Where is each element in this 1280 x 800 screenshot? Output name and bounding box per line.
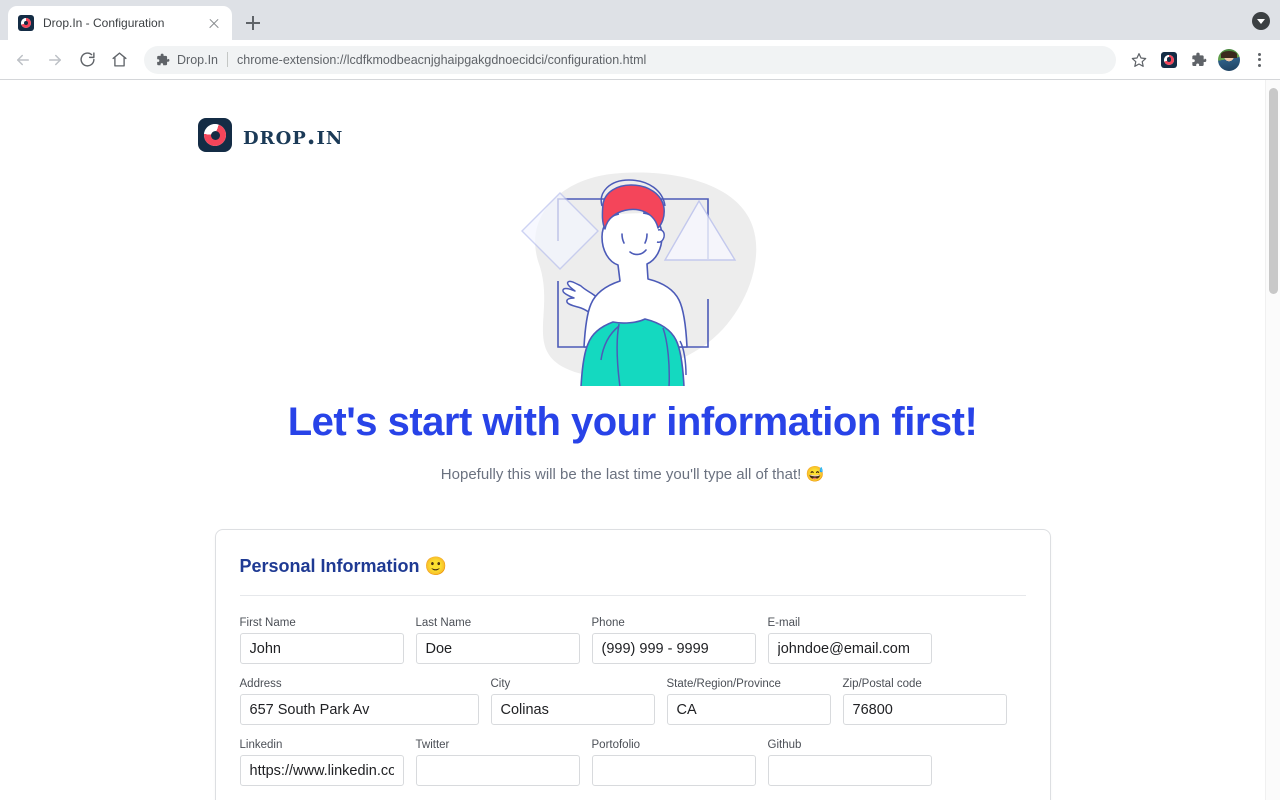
phone-field: Phone <box>592 616 756 664</box>
page-title: Let's start with your information first! <box>0 400 1265 445</box>
scrollbar-thumb[interactable] <box>1269 88 1278 294</box>
last-name-input[interactable] <box>416 633 580 664</box>
hero-illustration <box>0 168 1265 386</box>
state-input[interactable] <box>667 694 831 725</box>
portfolio-input[interactable] <box>592 755 756 786</box>
city-input[interactable] <box>491 694 655 725</box>
form-row: Address City State/Region/Province Zip/P… <box>240 677 1026 725</box>
city-field: City <box>491 677 655 725</box>
star-icon[interactable] <box>1126 47 1152 73</box>
omnibox-extension-name: Drop.In <box>177 53 218 67</box>
state-field: State/Region/Province <box>667 677 831 725</box>
email-label: E-mail <box>768 616 932 630</box>
puzzle-piece-icon <box>156 53 170 67</box>
omnibox-separator <box>227 52 228 67</box>
browser-tab[interactable]: Drop.In - Configuration <box>8 6 232 40</box>
personal-information-card: Personal Information 🙂 First Name Last N… <box>215 529 1051 800</box>
first-name-input[interactable] <box>240 633 404 664</box>
last-name-field: Last Name <box>416 616 580 664</box>
arrow-forward-icon[interactable] <box>40 45 70 75</box>
page-viewport: Drop.In <box>0 79 1280 800</box>
email-input[interactable] <box>768 633 932 664</box>
kebab-menu-icon[interactable] <box>1246 47 1272 73</box>
zip-field: Zip/Postal code <box>843 677 1007 725</box>
twitter-input[interactable] <box>416 755 580 786</box>
arrow-back-icon[interactable] <box>8 45 38 75</box>
state-label: State/Region/Province <box>667 677 831 691</box>
browser-toolbar: Drop.In chrome-extension://lcdfkmodbeacn… <box>0 40 1280 79</box>
page-scrollbar[interactable] <box>1265 80 1280 800</box>
tab-strip: Drop.In - Configuration <box>0 0 1280 40</box>
twitter-label: Twitter <box>416 738 580 752</box>
page-subtitle: Hopefully this will be the last time you… <box>0 465 1265 483</box>
portfolio-label: Portofolio <box>592 738 756 752</box>
last-name-label: Last Name <box>416 616 580 630</box>
phone-label: Phone <box>592 616 756 630</box>
github-input[interactable] <box>768 755 932 786</box>
zip-label: Zip/Postal code <box>843 677 1007 691</box>
close-icon[interactable] <box>206 15 222 31</box>
twitter-field: Twitter <box>416 738 580 786</box>
form-row: First Name Last Name Phone E-mail <box>240 616 1026 664</box>
linkedin-input[interactable] <box>240 755 404 786</box>
dropin-extension-icon[interactable] <box>1156 47 1182 73</box>
first-name-field: First Name <box>240 616 404 664</box>
city-label: City <box>491 677 655 691</box>
address-label: Address <box>240 677 479 691</box>
zip-input[interactable] <box>843 694 1007 725</box>
omnibox-url: chrome-extension://lcdfkmodbeacnjghaipga… <box>237 53 646 67</box>
new-tab-button[interactable] <box>239 9 267 37</box>
home-icon[interactable] <box>104 45 134 75</box>
chevron-down-circle-icon[interactable] <box>1252 12 1270 30</box>
address-input[interactable] <box>240 694 479 725</box>
portfolio-field: Portofolio <box>592 738 756 786</box>
linkedin-field: Linkedin <box>240 738 404 786</box>
brand-name: Drop.In <box>243 121 343 150</box>
dropin-logo-icon <box>198 118 232 152</box>
form-row: Linkedin Twitter Portofolio Github <box>240 738 1026 786</box>
reload-icon[interactable] <box>72 45 102 75</box>
profile-avatar-icon[interactable] <box>1216 47 1242 73</box>
extensions-puzzle-piece-icon[interactable] <box>1186 47 1212 73</box>
github-field: Github <box>768 738 932 786</box>
github-label: Github <box>768 738 932 752</box>
first-name-label: First Name <box>240 616 404 630</box>
brand-header: Drop.In <box>0 80 1265 152</box>
card-title: Personal Information 🙂 <box>240 556 1026 577</box>
browser-window: Drop.In - Configuration Drop.In chrome-e… <box>0 0 1280 800</box>
linkedin-label: Linkedin <box>240 738 404 752</box>
address-field: Address <box>240 677 479 725</box>
tab-title: Drop.In - Configuration <box>43 16 206 30</box>
phone-input[interactable] <box>592 633 756 664</box>
dropin-configuration-page: Drop.In <box>0 80 1265 800</box>
address-bar[interactable]: Drop.In chrome-extension://lcdfkmodbeacn… <box>144 46 1116 74</box>
email-field: E-mail <box>768 616 932 664</box>
card-divider <box>240 595 1026 596</box>
dropin-logo-icon <box>18 15 34 31</box>
